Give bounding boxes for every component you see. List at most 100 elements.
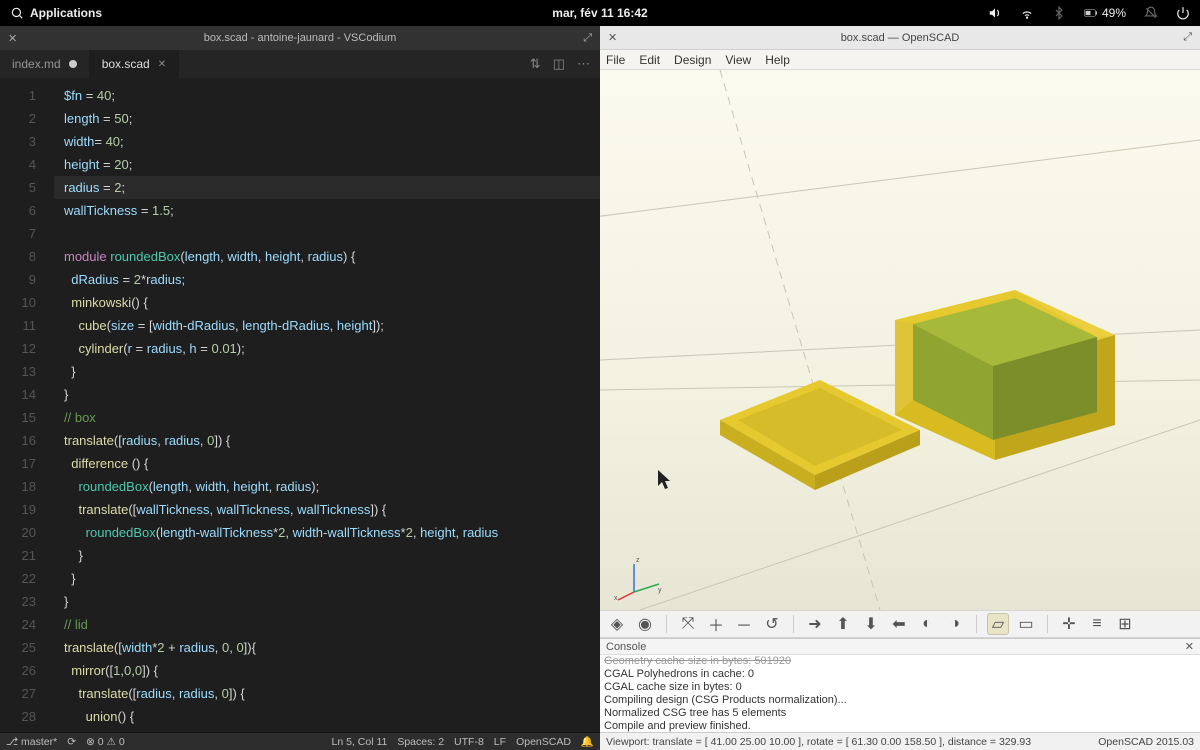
cursor-position[interactable]: Ln 5, Col 11 [332, 736, 388, 748]
code-line[interactable]: } [54, 544, 600, 567]
menu-item-design[interactable]: Design [674, 53, 711, 67]
console-line: Compiling design (CSG Products normaliza… [604, 694, 1196, 707]
axes-toggle-icon[interactable]: ✛ [1058, 613, 1080, 635]
code-line[interactable]: dRadius = 2*radius; [54, 268, 600, 291]
viewport-3d[interactable]: z y x [600, 70, 1200, 610]
tab-label: box.scad [102, 57, 150, 71]
split-editor-icon[interactable]: ◫ [553, 56, 565, 72]
vscodium-statusbar: ⎇ master* ⟳ ⊗ 0 ⚠ 0 Ln 5, Col 11 Spaces:… [0, 732, 600, 750]
indent-setting[interactable]: Spaces: 2 [397, 736, 444, 748]
applications-menu[interactable]: Applications [10, 6, 102, 20]
git-branch[interactable]: ⎇ master* [6, 736, 57, 748]
notifications-icon[interactable]: 🔔 [581, 735, 594, 748]
code-line[interactable]: roundedBox(length-wallTickness*2, width-… [54, 521, 600, 544]
code-line[interactable]: mirror([1,0,0]) { [54, 659, 600, 682]
vscodium-window: ✕ box.scad - antoine-jaunard - VSCodium … [0, 26, 600, 750]
battery-indicator[interactable]: 49% [1084, 6, 1126, 20]
problems[interactable]: ⊗ 0 ⚠ 0 [86, 736, 125, 748]
eol[interactable]: LF [494, 736, 506, 748]
menu-item-file[interactable]: File [606, 53, 625, 67]
code-line[interactable]: height = 20; [54, 153, 600, 176]
openscad-statusbar: Viewport: translate = [ 41.00 25.00 10.0… [600, 732, 1200, 750]
console-line: CGAL cache size in bytes: 0 [604, 681, 1196, 694]
view-front-icon[interactable]: ◐ [916, 613, 938, 635]
view-left-icon[interactable]: ⬅ [888, 613, 910, 635]
reset-view-icon[interactable]: ↺ [761, 613, 783, 635]
render-icon[interactable]: ◉ [634, 613, 656, 635]
code-line[interactable]: translate([radius, radius, 0]) { [54, 429, 600, 452]
zoom-out-icon[interactable]: － [733, 613, 755, 635]
zoom-in-icon[interactable]: ＋ [705, 613, 727, 635]
code-line[interactable]: wallTickness = 1.5; [54, 199, 600, 222]
code-line[interactable]: difference () { [54, 452, 600, 475]
code-line[interactable]: // lid [54, 613, 600, 636]
view-bottom-icon[interactable]: ⬇ [860, 613, 882, 635]
view-back-icon[interactable]: ◑ [944, 613, 966, 635]
scale-toggle-icon[interactable]: ⊞ [1114, 613, 1136, 635]
code-line[interactable]: module roundedBox(length, width, height,… [54, 245, 600, 268]
modified-dot-icon [69, 60, 77, 68]
vscodium-titlebar[interactable]: ✕ box.scad - antoine-jaunard - VSCodium … [0, 26, 600, 50]
power-icon[interactable] [1176, 6, 1190, 20]
clock[interactable]: mar, fév 11 16:42 [552, 6, 647, 20]
menu-item-edit[interactable]: Edit [639, 53, 660, 67]
preview-icon[interactable]: ◈ [606, 613, 628, 635]
editor-tab[interactable]: box.scad ✕ [90, 50, 179, 78]
code-line[interactable]: translate([width*2 + radius, 0, 0]){ [54, 636, 600, 659]
window-title: box.scad - antoine-jaunard - VSCodium [204, 32, 397, 44]
close-icon[interactable]: ✕ [600, 31, 625, 44]
close-icon[interactable]: ✕ [0, 32, 25, 45]
wifi-icon[interactable] [1020, 6, 1034, 20]
bluetooth-off-icon[interactable] [1052, 6, 1066, 20]
code-line[interactable]: cube(size = [width-dRadius, length-dRadi… [54, 314, 600, 337]
menu-item-view[interactable]: View [725, 53, 751, 67]
perspective-icon[interactable]: ▱ [987, 613, 1009, 635]
code-line[interactable]: minkowski() { [54, 291, 600, 314]
zoom-all-icon[interactable]: ⤧ [677, 613, 699, 635]
code-line[interactable]: // box [54, 406, 600, 429]
maximize-icon[interactable]: ⤢ [1183, 31, 1192, 44]
close-icon[interactable]: ✕ [1185, 640, 1194, 653]
menu-item-help[interactable]: Help [765, 53, 790, 67]
volume-icon[interactable] [988, 6, 1002, 20]
code-line[interactable]: length = 50; [54, 107, 600, 130]
code-line[interactable]: } [54, 383, 600, 406]
orthogonal-icon[interactable]: ▭ [1015, 613, 1037, 635]
svg-text:x: x [614, 595, 618, 602]
view-top-icon[interactable]: ⬆ [832, 613, 854, 635]
code-line[interactable]: cylinder(r = radius, h = 0.01); [54, 337, 600, 360]
compare-icon[interactable]: ⇅ [530, 56, 541, 72]
code-line[interactable]: } [54, 360, 600, 383]
code-line[interactable]: union() { [54, 705, 600, 728]
battery-pct: 49% [1102, 6, 1126, 20]
openscad-titlebar[interactable]: ✕ box.scad — OpenSCAD ⤢ [600, 26, 1200, 50]
code-line[interactable]: $fn = 40; [54, 84, 600, 107]
applications-label: Applications [30, 6, 102, 20]
close-tab-icon[interactable]: ✕ [158, 59, 166, 70]
code-editor[interactable]: 1234567891011121314151617181920212223242… [0, 78, 600, 732]
language-mode[interactable]: OpenSCAD [516, 736, 571, 748]
encoding[interactable]: UTF-8 [454, 736, 484, 748]
code-line[interactable] [54, 222, 600, 245]
maximize-icon[interactable]: ⤢ [583, 32, 592, 45]
rendered-lid [700, 350, 930, 510]
code-line[interactable]: width= 40; [54, 130, 600, 153]
code-line[interactable]: translate([wallTickness, wallTickness, w… [54, 498, 600, 521]
battery-icon [1084, 6, 1098, 20]
view-right-icon[interactable]: ➜ [804, 613, 826, 635]
code-line[interactable]: } [54, 590, 600, 613]
code-line[interactable]: roundedBox(length, width, height, radius… [54, 475, 600, 498]
console-output[interactable]: Geometry cache size in bytes: 501920CGAL… [600, 655, 1200, 732]
notification-off-icon[interactable] [1144, 6, 1158, 20]
code-area[interactable]: $fn = 40;length = 50;width= 40;height = … [50, 78, 600, 732]
workspace-split: ✕ box.scad - antoine-jaunard - VSCodium … [0, 26, 1200, 750]
edges-toggle-icon[interactable]: ≡ [1086, 613, 1108, 635]
more-icon[interactable]: ⋯ [577, 56, 590, 72]
code-line[interactable]: } [54, 567, 600, 590]
code-line[interactable]: radius = 2; [54, 176, 600, 199]
git-sync-icon[interactable]: ⟳ [67, 736, 76, 748]
editor-tab[interactable]: index.md [0, 50, 90, 78]
code-line[interactable]: translate([radius, radius, 0]) { [54, 682, 600, 705]
console-panel: Console ✕ Geometry cache size in bytes: … [600, 638, 1200, 732]
openscad-toolbar: ◈ ◉ ⤧ ＋ － ↺ ➜ ⬆ ⬇ ⬅ ◐ ◑ ▱ ▭ ✛ ≡ ⊞ [600, 610, 1200, 638]
